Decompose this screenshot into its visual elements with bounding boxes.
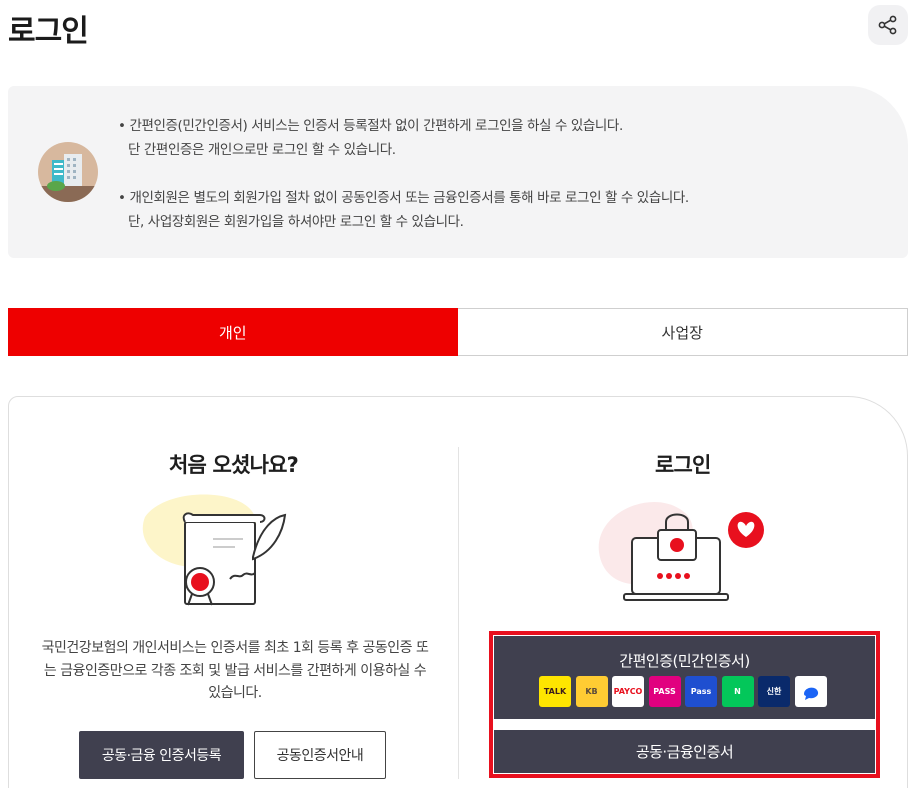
- notice-line: 단 간편인증은 개인으로만 로그인 할 수 있습니다.: [128, 142, 396, 158]
- samsung-pass-icon[interactable]: Pass: [685, 676, 717, 707]
- page-title: 로그인: [8, 14, 89, 49]
- notice-line: • 개인회원은 별도의 회원가입 절차 없이 공동인증서 또는 금융인증서를 통…: [118, 190, 689, 206]
- toss-icon[interactable]: [794, 676, 827, 707]
- login-card: 처음 오셨나요? 국민건강보험의 개인서비스는 인증서를 최초 1회 등록 후 …: [8, 396, 908, 788]
- column-divider: [458, 447, 459, 779]
- login-options-highlight: 간편인증(민간인증서) TALK KB PAYCO PASS Pass N 신한 공동·금융…: [489, 631, 880, 778]
- certificate-guide-button[interactable]: 공동인증서안내: [254, 731, 386, 779]
- share-button[interactable]: [868, 5, 908, 45]
- notice-line: • 간편인증(민간인증서) 서비스는 인증서 등록절차 없이 간편하게 로그인을…: [118, 118, 623, 134]
- shinhan-icon[interactable]: 신한: [758, 676, 790, 707]
- naver-icon[interactable]: N: [721, 676, 754, 707]
- certificate-login-button[interactable]: 공동·금융인증서: [494, 730, 875, 773]
- register-certificate-button[interactable]: 공동·금융 인증서등록: [79, 731, 244, 779]
- simple-auth-button[interactable]: 간편인증(민간인증서) TALK KB PAYCO PASS Pass N 신한: [494, 636, 875, 719]
- tab-business[interactable]: 사업장: [457, 308, 908, 356]
- notice-box: • 간편인증(민간인증서) 서비스는 인증서 등록절차 없이 간편하게 로그인을…: [8, 86, 908, 258]
- provider-list: TALK KB PAYCO PASS Pass N 신한: [539, 676, 827, 707]
- member-type-tabs: 개인 사업장: [8, 308, 908, 356]
- pass-icon[interactable]: PASS: [648, 676, 681, 707]
- login-title: 로그인: [655, 453, 711, 477]
- kb-bank-icon[interactable]: KB: [575, 676, 608, 707]
- kakaotalk-icon[interactable]: TALK: [539, 676, 571, 707]
- notice-line: 단, 사업장회원은 회원가입을 하셔야만 로그인 할 수 있습니다.: [128, 214, 464, 230]
- building-icon: [38, 142, 98, 202]
- certificate-icon: [142, 494, 287, 606]
- tab-personal[interactable]: 개인: [8, 308, 458, 356]
- payco-icon[interactable]: PAYCO: [612, 676, 644, 707]
- first-visit-title: 처음 오셨나요?: [169, 453, 299, 477]
- first-visit-description: 국민건강보험의 개인서비스는 인증서를 최초 1회 등록 후 공동인증 또는 금…: [41, 640, 429, 701]
- share-icon: [878, 15, 897, 35]
- simple-auth-label: 간편인증(민간인증서): [619, 652, 750, 670]
- notice-text: • 간편인증(민간인증서) 서비스는 인증서 등록절차 없이 간편하게 로그인을…: [118, 114, 689, 234]
- laptop-lock-icon: [598, 501, 764, 601]
